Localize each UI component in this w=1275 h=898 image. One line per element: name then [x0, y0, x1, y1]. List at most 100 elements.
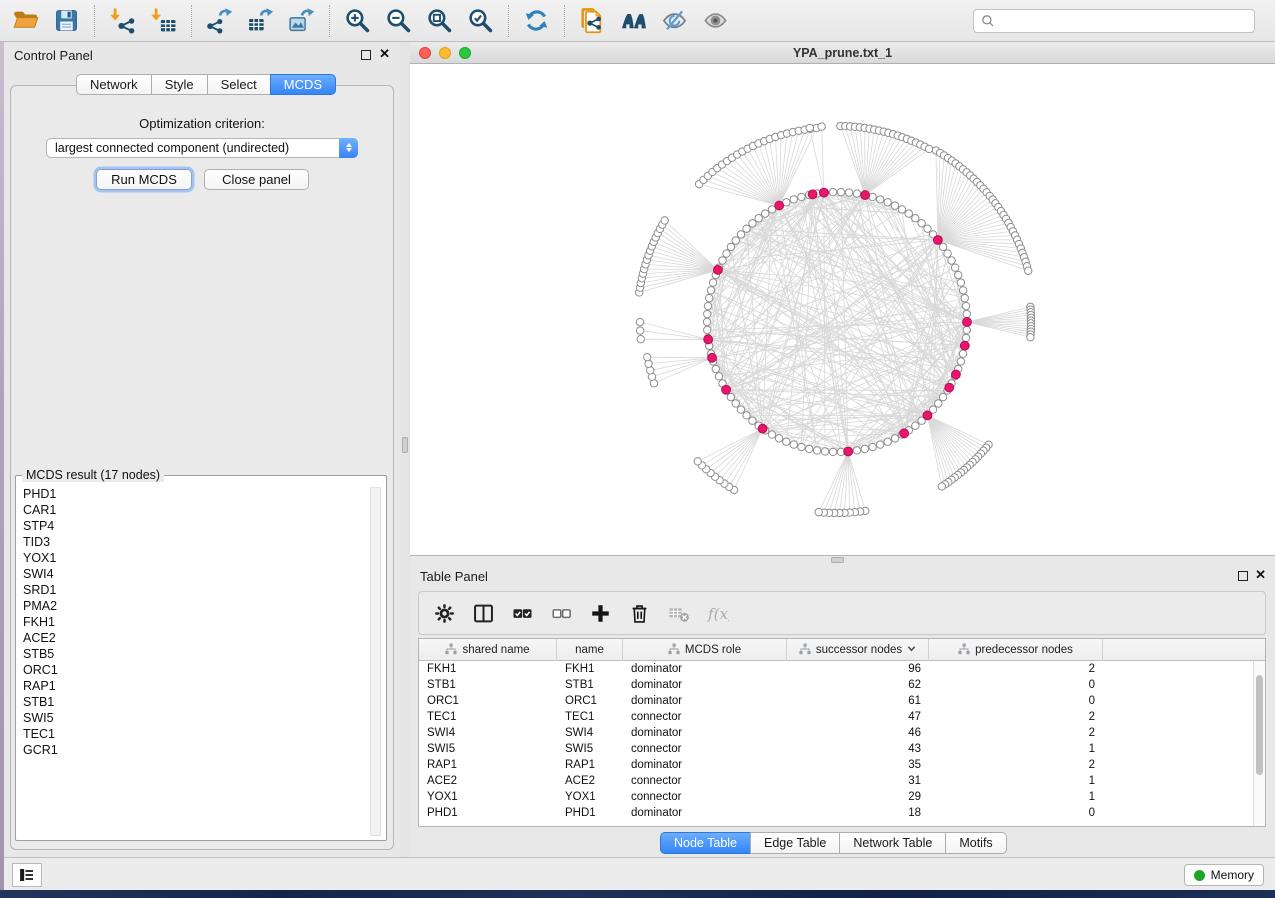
tab-mcds[interactable]: MCDS: [270, 74, 336, 95]
new-network-doc-icon[interactable]: [577, 6, 607, 36]
run-mcds-button[interactable]: Run MCDS: [96, 169, 192, 190]
graph-node[interactable]: [818, 123, 825, 130]
table-scrollbar[interactable]: [1253, 661, 1265, 826]
export-table-icon[interactable]: [245, 6, 275, 36]
table-row[interactable]: YOX1YOX1connector291: [419, 789, 1253, 805]
mcds-result-item[interactable]: SRD1: [18, 582, 368, 598]
graph-node[interactable]: [891, 435, 898, 442]
mcds-result-item[interactable]: STB1: [18, 694, 368, 710]
zoom-out-icon[interactable]: [383, 6, 413, 36]
graph-node[interactable]: [805, 445, 812, 452]
search-input[interactable]: [999, 11, 1254, 31]
graph-node[interactable]: [884, 199, 891, 206]
zoom-fit-icon[interactable]: [424, 6, 454, 36]
panel-menu-button[interactable]: [12, 863, 42, 887]
mcds-result-item[interactable]: SWI5: [18, 710, 368, 726]
graph-node[interactable]: [704, 310, 711, 317]
graph-node[interactable]: [829, 448, 836, 455]
mcds-result-item[interactable]: SWI4: [18, 566, 368, 582]
graph-node[interactable]: [719, 257, 726, 264]
table-row[interactable]: FKH1FKH1dominator962: [419, 661, 1253, 677]
graph-node[interactable]: [957, 279, 964, 286]
graph-dominator-node[interactable]: [952, 370, 961, 379]
graph-node[interactable]: [837, 188, 844, 195]
graph-node[interactable]: [743, 225, 750, 232]
vertical-splitter[interactable]: [400, 42, 410, 857]
table-tab-network-table[interactable]: Network Table: [839, 832, 946, 854]
export-network-icon[interactable]: [204, 6, 234, 36]
graph-node[interactable]: [727, 243, 734, 250]
table-mode-gear-icon[interactable]: [431, 600, 457, 626]
zoom-in-icon[interactable]: [342, 6, 372, 36]
graph-node[interactable]: [955, 271, 962, 278]
close-panel-button[interactable]: Close panel: [204, 169, 309, 190]
mcds-result-item[interactable]: GCR1: [18, 742, 368, 758]
mcds-result-item[interactable]: RAP1: [18, 678, 368, 694]
graph-node[interactable]: [703, 318, 710, 325]
table-tab-motifs[interactable]: Motifs: [945, 832, 1006, 854]
graph-node[interactable]: [704, 302, 711, 309]
graph-node[interactable]: [707, 287, 714, 294]
graph-node[interactable]: [637, 335, 644, 342]
graph-node[interactable]: [727, 393, 734, 400]
graph-node[interactable]: [951, 264, 958, 271]
graph-node[interactable]: [861, 445, 868, 452]
graph-node[interactable]: [709, 279, 716, 286]
table-tab-edge-table[interactable]: Edge Table: [750, 832, 840, 854]
tab-select[interactable]: Select: [207, 74, 271, 95]
save-session-icon[interactable]: [51, 6, 81, 36]
create-column-icon[interactable]: [587, 600, 613, 626]
deselect-all-rows-icon[interactable]: [548, 600, 574, 626]
export-image-icon[interactable]: [286, 6, 316, 36]
graph-node[interactable]: [815, 508, 822, 515]
graph-node[interactable]: [891, 202, 898, 209]
graph-dominator-node[interactable]: [808, 190, 817, 199]
graph-node[interactable]: [912, 422, 919, 429]
table-row[interactable]: ACE2ACE2connector311: [419, 773, 1253, 789]
refresh-layout-icon[interactable]: [521, 6, 551, 36]
graph-node[interactable]: [636, 318, 643, 325]
graph-node[interactable]: [962, 334, 969, 341]
graph-dominator-node[interactable]: [758, 424, 767, 433]
show-columns-icon[interactable]: [470, 600, 496, 626]
graph-node[interactable]: [938, 483, 945, 490]
graph-dominator-node[interactable]: [722, 385, 731, 394]
graph-node[interactable]: [925, 145, 932, 152]
graph-dominator-node[interactable]: [945, 383, 954, 392]
graph-node[interactable]: [636, 327, 643, 334]
graph-node[interactable]: [898, 206, 905, 213]
graph-node[interactable]: [723, 250, 730, 257]
graph-node[interactable]: [813, 447, 820, 454]
graph-dominator-node[interactable]: [933, 236, 942, 245]
table-scrollbar-thumb[interactable]: [1256, 675, 1263, 775]
column-header-name[interactable]: name: [557, 639, 623, 661]
vertical-splitter-handle[interactable]: [402, 437, 408, 453]
table-row[interactable]: SWI4SWI4dominator462: [419, 725, 1253, 741]
memory-button[interactable]: Memory: [1184, 864, 1264, 886]
graph-node[interactable]: [959, 287, 966, 294]
hide-eye-icon[interactable]: [659, 6, 689, 36]
graph-node[interactable]: [737, 231, 744, 238]
graph-node[interactable]: [845, 189, 852, 196]
graph-node[interactable]: [661, 217, 668, 224]
graph-node[interactable]: [963, 326, 970, 333]
graph-dominator-node[interactable]: [819, 188, 828, 197]
graph-dominator-node[interactable]: [713, 266, 722, 275]
graph-node[interactable]: [783, 438, 790, 445]
zoom-selected-icon[interactable]: [465, 6, 495, 36]
graph-dominator-node[interactable]: [960, 341, 969, 350]
graph-node[interactable]: [644, 353, 651, 360]
graph-node[interactable]: [1025, 267, 1032, 274]
mcds-result-item[interactable]: PMA2: [18, 598, 368, 614]
graph-node[interactable]: [749, 417, 756, 424]
show-eye-icon[interactable]: [700, 6, 730, 36]
table-row[interactable]: ORC1ORC1dominator610: [419, 693, 1253, 709]
graph-node[interactable]: [948, 257, 955, 264]
column-header-shared-name[interactable]: shared name: [419, 639, 557, 661]
graph-node[interactable]: [798, 443, 805, 450]
open-file-icon[interactable]: [10, 6, 40, 36]
graph-node[interactable]: [761, 210, 768, 217]
graph-node[interactable]: [829, 188, 836, 195]
import-network-icon[interactable]: [107, 6, 137, 36]
graph-node[interactable]: [853, 447, 860, 454]
